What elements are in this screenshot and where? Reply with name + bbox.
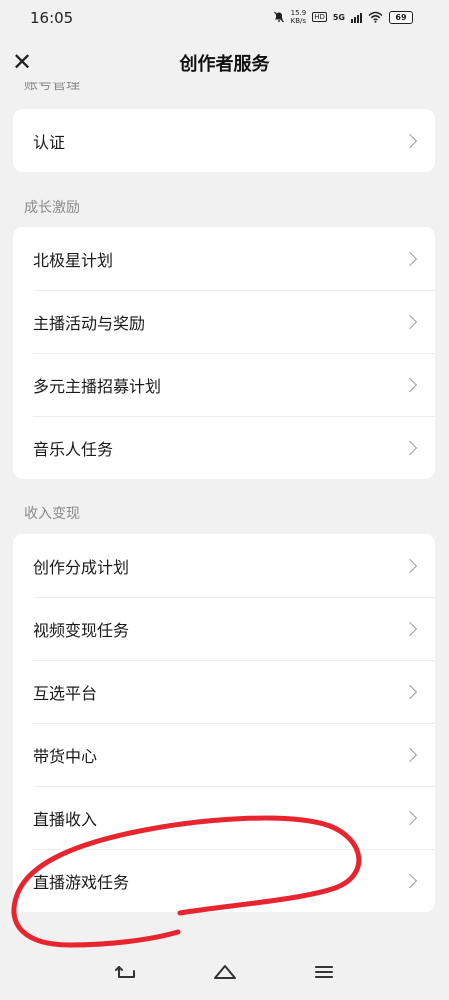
battery-icon: 69 [389,10,413,24]
list-item-streamer-activity[interactable]: 主播活动与奖励 [13,290,435,353]
chevron-right-icon [402,314,418,329]
chevron-right-icon [402,684,418,699]
section-label-growth: 成长激励 [24,200,80,216]
list-item-label: 带货中心 [33,746,98,766]
card-monetize: 创作分成计划 视频变现任务 互选平台 带货中心 直播收入 直播游戏任务 [13,534,435,912]
list-item-label: 音乐人任务 [33,439,114,459]
system-nav-bar [0,944,449,1000]
list-item-label: 直播游戏任务 [33,872,130,892]
chevron-right-icon [402,251,418,266]
list-item-mutual-select-platform[interactable]: 互选平台 [13,660,435,723]
list-item-musician-task[interactable]: 音乐人任务 [13,416,435,479]
list-item-label: 视频变现任务 [33,620,130,640]
list-item-label: 北极星计划 [33,250,114,270]
list-item-certification[interactable]: 认证 [13,109,435,172]
list-item-video-monetize-task[interactable]: 视频变现任务 [13,597,435,660]
list-item-label: 互选平台 [33,683,98,703]
mute-icon [273,11,284,23]
list-item-live-income[interactable]: 直播收入 [13,786,435,849]
home-icon[interactable] [211,958,239,986]
list-item-live-game-task[interactable]: 直播游戏任务 [13,849,435,912]
card-growth: 北极星计划 主播活动与奖励 多元主播招募计划 音乐人任务 [13,227,435,479]
list-item-label: 创作分成计划 [33,557,130,577]
chevron-right-icon [402,747,418,762]
chevron-right-icon [402,621,418,636]
status-icons: 15.9 KB/s HD 5G 69 [273,9,413,25]
chevron-right-icon [402,558,418,573]
list-item-north-star[interactable]: 北极星计划 [13,227,435,290]
signal-icon [351,12,362,23]
network-speed: 15.9 KB/s [291,9,307,25]
card-account: 认证 [13,109,435,172]
battery-level: 69 [395,12,407,22]
wifi-icon [368,11,383,23]
chevron-right-icon [402,873,418,888]
list-item-shopping-center[interactable]: 带货中心 [13,723,435,786]
list-item-label: 直播收入 [33,809,98,829]
chevron-right-icon [402,377,418,392]
list-item-creator-revenue-share[interactable]: 创作分成计划 [13,534,435,597]
hd-badge: HD [312,12,327,22]
network-speed-unit: KB/s [290,17,307,25]
section-label-monetize: 收入变现 [24,506,80,522]
list-item-label: 认证 [33,132,66,152]
network-speed-value: 15.9 [290,9,307,17]
chevron-right-icon [402,810,418,825]
status-time: 16:05 [30,9,74,27]
list-item-label: 多元主播招募计划 [33,376,162,396]
list-item-streamer-recruit[interactable]: 多元主播招募计划 [13,353,435,416]
chevron-right-icon [402,440,418,455]
status-bar: 16:05 15.9 KB/s HD 5G 69 [0,0,449,36]
page-title: 创作者服务 [179,54,270,75]
section-label-account: 账号管理 [24,82,80,92]
menu-icon[interactable] [310,958,338,986]
back-icon[interactable] [112,958,140,986]
network-type: 5G [332,12,345,22]
chevron-right-icon [402,133,418,148]
list-item-label: 主播活动与奖励 [33,313,146,333]
section-account-clip: 账号管理 [0,82,449,92]
